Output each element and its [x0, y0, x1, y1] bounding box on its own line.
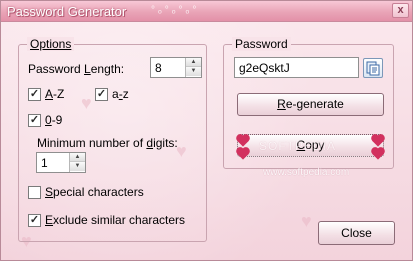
spinner-up-icon[interactable]: ▲	[186, 58, 201, 67]
spinner-arrows: ▲ ▼	[185, 58, 201, 77]
watermark-brand: SOFTPEDIA	[259, 139, 337, 153]
spinner-arrows: ▲ ▼	[69, 153, 85, 172]
password-length-value: 8	[155, 61, 162, 75]
digits-checkbox[interactable]: ✓	[28, 114, 41, 127]
window-close-button[interactable]: x	[392, 3, 409, 18]
background-heart-icon: ♥	[301, 211, 312, 231]
spinner-down-icon[interactable]: ▼	[70, 162, 85, 171]
password-length-label: Password Length:	[28, 62, 125, 76]
clipboard-icon	[366, 61, 380, 76]
uppercase-label: A-Z	[45, 87, 65, 101]
min-digits-value: 1	[41, 156, 48, 170]
lowercase-label: a-z	[112, 87, 129, 101]
close-button[interactable]: Close	[318, 221, 395, 245]
uppercase-checkbox[interactable]: ✓	[28, 88, 41, 101]
watermark-site: www.softpedia.com	[263, 167, 350, 178]
exclude-similar-label: Exclude similar characters	[45, 213, 186, 227]
min-digits-label: Minimum number of digits:	[37, 136, 178, 150]
lowercase-checkbox[interactable]: ✓	[95, 88, 108, 101]
password-legend: Password	[232, 37, 291, 51]
window-title: Password Generator	[7, 4, 127, 19]
digits-label: 0-9	[45, 113, 63, 127]
password-output-field[interactable]: g2eQsktJ	[234, 57, 359, 78]
regenerate-button[interactable]: Re-generate	[237, 93, 384, 116]
special-characters-checkbox[interactable]	[28, 186, 41, 199]
spinner-down-icon[interactable]: ▼	[186, 67, 201, 76]
password-value: g2eQsktJ	[239, 61, 290, 75]
title-bar[interactable]: Password Generator °ₒ°ₒ°ₒ° x	[1, 1, 412, 22]
password-generator-window: Password Generator °ₒ°ₒ°ₒ° x ♥ ♥ ♥ ♥ Opt…	[0, 0, 413, 261]
password-length-spinner[interactable]: 8 ▲ ▼	[150, 57, 202, 78]
title-decoration: °ₒ°ₒ°ₒ°	[151, 5, 200, 16]
options-legend: Options	[27, 37, 75, 51]
exclude-similar-checkbox[interactable]: ✓	[28, 214, 41, 227]
special-characters-label: Special characters	[45, 185, 144, 199]
min-digits-spinner[interactable]: 1 ▲ ▼	[36, 152, 86, 173]
copy-to-clipboard-button[interactable]	[363, 58, 383, 78]
spinner-up-icon[interactable]: ▲	[70, 153, 85, 162]
